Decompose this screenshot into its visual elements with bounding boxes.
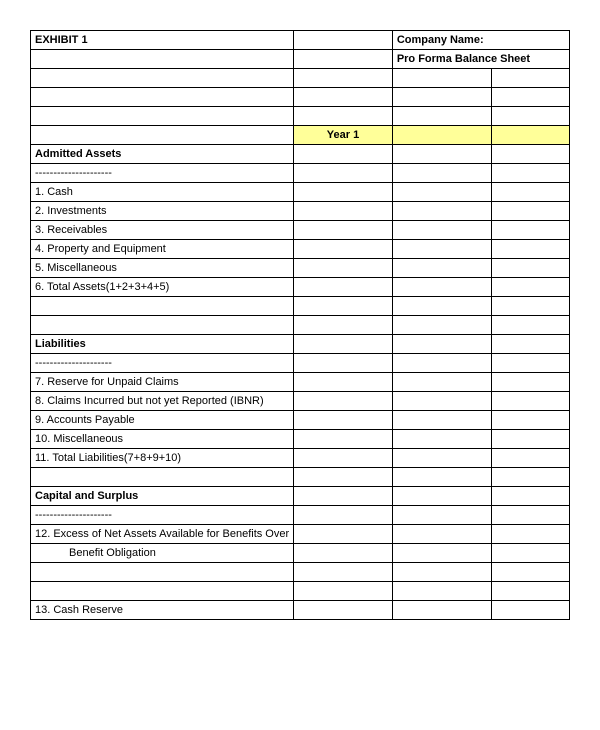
- assets-title-row: Admitted Assets: [31, 145, 570, 164]
- dashes: ---------------------: [31, 164, 294, 183]
- blank-row: [31, 88, 570, 107]
- capital-title-row: Capital and Surplus: [31, 487, 570, 506]
- table-row: 7. Reserve for Unpaid Claims: [31, 373, 570, 392]
- blank-row: [31, 582, 570, 601]
- table-row: 5. Miscellaneous: [31, 259, 570, 278]
- blank-row: [31, 69, 570, 88]
- table-row: 6. Total Assets(1+2+3+4+5): [31, 278, 570, 297]
- exhibit-cell: EXHIBIT 1: [31, 31, 294, 50]
- blank-row: [31, 297, 570, 316]
- section-title: Capital and Surplus: [31, 487, 294, 506]
- table-row: 1. Cash: [31, 183, 570, 202]
- table-row: 2. Investments: [31, 202, 570, 221]
- year2-header: [392, 126, 492, 145]
- section-title: Liabilities: [31, 335, 294, 354]
- blank-row: [31, 468, 570, 487]
- subtitle-cell: Pro Forma Balance Sheet: [392, 50, 569, 69]
- dashes: ---------------------: [31, 354, 294, 373]
- liabilities-title-row: Liabilities: [31, 335, 570, 354]
- section-title: Admitted Assets: [31, 145, 294, 164]
- balance-sheet-table: EXHIBIT 1 Company Name: Pro Forma Balanc…: [30, 30, 570, 620]
- table-row: 3. Receivables: [31, 221, 570, 240]
- table-row: 9. Accounts Payable: [31, 411, 570, 430]
- year3-header: [492, 126, 570, 145]
- table-row: Benefit Obligation: [31, 544, 570, 563]
- divider-row: ---------------------: [31, 354, 570, 373]
- table-row: 13. Cash Reserve: [31, 601, 570, 620]
- company-name-label: Company Name:: [392, 31, 569, 50]
- table-row: 8. Claims Incurred but not yet Reported …: [31, 392, 570, 411]
- year1-header: Year 1: [294, 126, 393, 145]
- blank-row: [31, 316, 570, 335]
- year-header-row: Year 1: [31, 126, 570, 145]
- header-row: EXHIBIT 1 Company Name:: [31, 31, 570, 50]
- table-row: 11. Total Liabilities(7+8+9+10): [31, 449, 570, 468]
- divider-row: ---------------------: [31, 506, 570, 525]
- dashes: ---------------------: [31, 506, 294, 525]
- blank-row: [31, 563, 570, 582]
- table-row: 12. Excess of Net Assets Available for B…: [31, 525, 570, 544]
- table-row: 10. Miscellaneous: [31, 430, 570, 449]
- subtitle-row: Pro Forma Balance Sheet: [31, 50, 570, 69]
- divider-row: ---------------------: [31, 164, 570, 183]
- table-row: 4. Property and Equipment: [31, 240, 570, 259]
- blank-row: [31, 107, 570, 126]
